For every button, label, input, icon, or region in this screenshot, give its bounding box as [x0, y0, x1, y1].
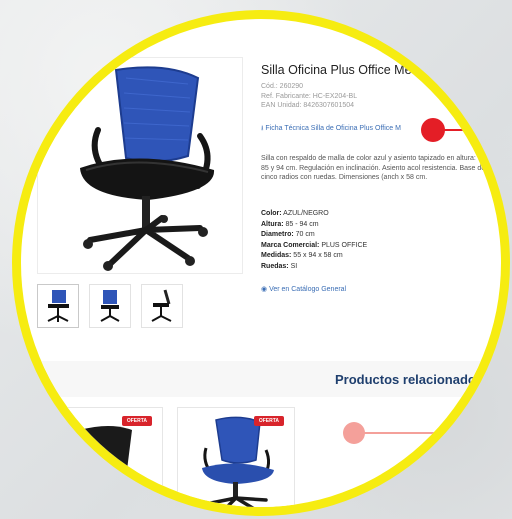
catalog-link-label: Ver en Catálogo General [269, 286, 347, 293]
callout-line-top [441, 129, 501, 131]
download-icon: ⭳ [261, 125, 264, 132]
offer-badge: OFERTA [253, 416, 284, 426]
spec-row: Altura: 85 - 94 cm [261, 220, 319, 228]
thumbnail-front[interactable] [37, 284, 79, 328]
product-specs: Color: AZUL/NEGRO Altura: 85 - 94 cm Dia… [261, 209, 367, 272]
chair-image [80, 66, 215, 271]
product-ref: Ref. Fabricante: HC-EX204-BL [261, 92, 358, 100]
catalog-icon: ◉ [261, 286, 268, 293]
highlight-circle: Silla Oficina Plus Office Me Cód.: 26029… [12, 10, 510, 516]
product-ean: EAN Unidad: 8426307601504 [261, 102, 355, 109]
offer-badge: OFERTA [121, 416, 152, 426]
callout-dot-bottom [343, 422, 365, 444]
spec-row: Color: AZUL/NEGRO [261, 210, 329, 217]
catalog-link[interactable]: ◉ Ver en Catálogo General [261, 285, 346, 293]
spec-row: Medidas: 55 x 94 x 58 cm [261, 252, 343, 259]
thumbnail-strip [37, 284, 183, 328]
product-title: Silla Oficina Plus Office Me [261, 63, 412, 77]
thumbnail-back[interactable] [89, 284, 131, 328]
spec-row: Diametro: 70 cm [261, 231, 315, 238]
datasheet-link[interactable]: ⭳ Ficha Técnica Silla de Oficina Plus Of… [261, 124, 401, 135]
product-meta: Cód.: 260290 Ref. Fabricante: HC-EX204-B… [261, 82, 357, 111]
related-product-card[interactable]: OFERTA [39, 407, 163, 507]
related-products-heading: Productos relacionados [335, 372, 484, 387]
datasheet-link-label: Ficha Técnica Silla de Oficina Plus Offi… [265, 125, 401, 132]
thumbnail-side[interactable] [141, 284, 183, 328]
callout-line-bottom [363, 432, 501, 434]
related-product-card[interactable]: OFERTA [177, 407, 295, 507]
product-main-image[interactable] [37, 57, 243, 274]
product-description: Silla con respaldo de malla de color azu… [261, 155, 494, 181]
spec-row: Marca Comercial: PLUS OFFICE [261, 241, 368, 249]
spec-row: Ruedas: SI [261, 262, 298, 270]
product-code: Cód.: 260290 [261, 83, 304, 90]
